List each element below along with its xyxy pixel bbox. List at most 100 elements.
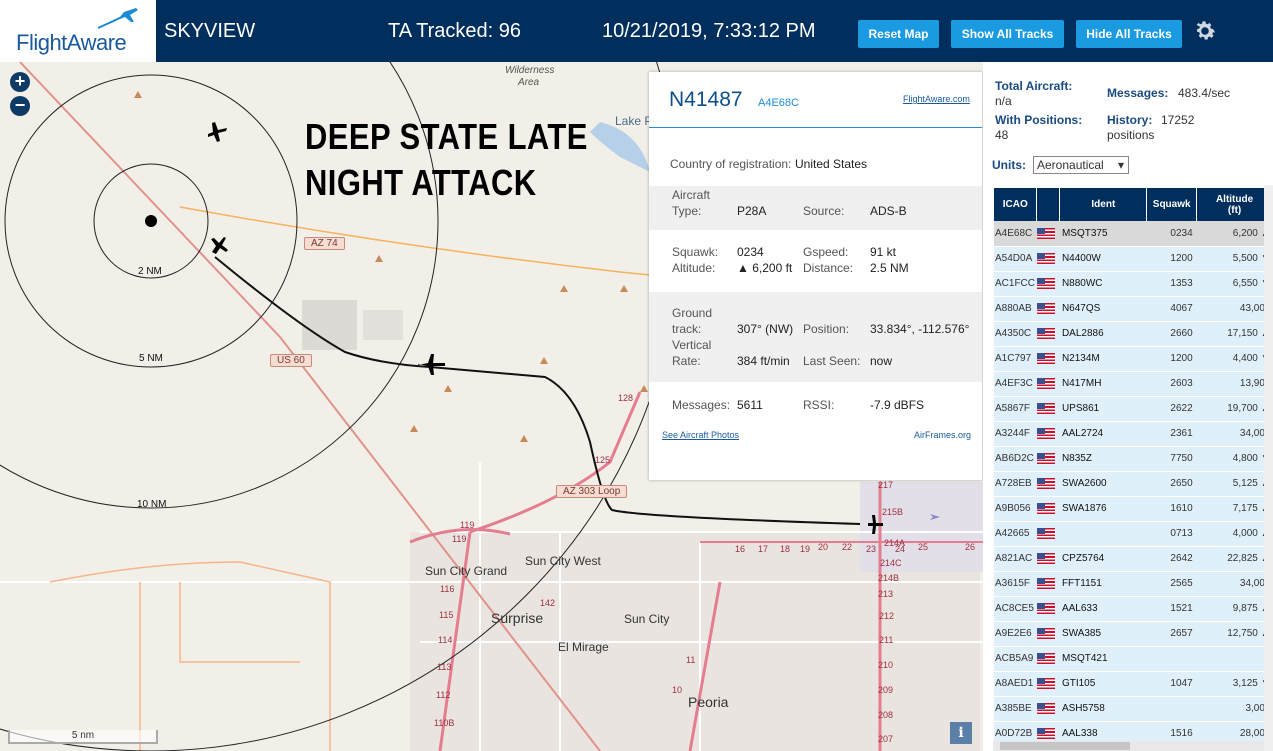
units-select[interactable]: Aeronautical: [1033, 156, 1129, 174]
place-label: Sun City Grand: [425, 564, 508, 578]
horizontal-scrollbar-thumb[interactable]: [1000, 742, 1130, 750]
col-flag[interactable]: [1036, 188, 1061, 221]
col-squawk[interactable]: Squawk: [1146, 188, 1198, 221]
row-squawk: 2642: [1146, 546, 1197, 572]
ground-label: Ground: [672, 306, 713, 320]
row-icao: A4EF3C: [994, 371, 1037, 397]
us-flag-icon: [1036, 402, 1055, 414]
row-icao: A3244F: [994, 421, 1037, 447]
row-icao: A8AED1: [994, 671, 1037, 697]
row-squawk: 0713: [1146, 521, 1197, 547]
place-label: Wilderness: [505, 65, 555, 76]
aircraft-row[interactable]: A821AC CPZ5764 2642 22,825 ▲: [994, 546, 1273, 572]
row-flag: [1036, 321, 1060, 347]
total-aircraft-label: Total Aircraft:: [995, 79, 1073, 93]
gear-icon[interactable]: [1192, 18, 1218, 44]
rssi-value: -7.9 dBFS: [870, 398, 925, 412]
row-icao: A385BE: [994, 696, 1037, 722]
row-flag: [1036, 446, 1060, 472]
route-number: 16: [735, 544, 746, 554]
aircraft-row[interactable]: AC8CE5 AAL633 1521 9,875 ▲: [994, 596, 1273, 622]
aircraft-row[interactable]: ACB5A9 MSQT421: [994, 646, 1273, 672]
row-ident: UPS861: [1059, 396, 1147, 422]
route-number: 208: [878, 710, 894, 720]
aircraft-row[interactable]: A1C797 N2134M 1200 4,400 ▼: [994, 346, 1273, 372]
info-button[interactable]: i: [950, 722, 972, 744]
reset-map-button[interactable]: Reset Map: [858, 20, 939, 48]
col-ident[interactable]: Ident: [1059, 188, 1148, 221]
aircraft-type-section: Aircraft Type: P28A Source: ADS-B: [649, 186, 982, 230]
aircraft-row[interactable]: A385BE ASH5758 3,000: [994, 696, 1273, 722]
squawk-section: Squawk: 0234 Gspeed: 91 kt Altitude: ▲ 6…: [649, 242, 982, 282]
col-altitude-label: Altitude: [1215, 193, 1254, 205]
airframes-link[interactable]: AirFrames.org: [914, 430, 971, 440]
aircraft-row[interactable]: A880AB N647QS 4067 43,000: [994, 296, 1273, 322]
us-flag-icon: [1036, 652, 1055, 664]
aircraft-row[interactable]: A3244F AAL2724 2361 34,000: [994, 421, 1273, 447]
aircraft-table: ICAO Ident Squawk Altitude (ft) A4E68C MSQ…: [994, 188, 1273, 747]
place-label: El Mirage: [558, 640, 609, 654]
row-ident: CPZ5764: [1059, 546, 1147, 572]
route-number: 214A: [884, 538, 906, 548]
altitude-value: ▲ 6,200 ft: [737, 261, 793, 275]
aircraft-row[interactable]: A4E68C MSQT375 0234 6,200 ▲: [994, 221, 1273, 247]
row-altitude: 22,825 ▲: [1196, 546, 1273, 572]
messages-value: 5611: [737, 398, 763, 412]
aircraft-photos-link[interactable]: See Aircraft Photos: [662, 430, 739, 440]
ring-label-10nm: 10 NM: [137, 499, 167, 510]
row-ident: N647QS: [1059, 296, 1147, 322]
row-altitude: 6,550 ▼: [1196, 271, 1273, 297]
flightaware-logo[interactable]: FlightAware: [0, 0, 156, 62]
row-altitude: 17,150 ▲: [1196, 321, 1273, 347]
row-flag: [1036, 471, 1060, 497]
country-value: United States: [795, 157, 868, 171]
row-flag: [1036, 371, 1060, 397]
history-value: 17252: [1161, 113, 1195, 127]
us-flag-icon: [1036, 352, 1055, 364]
row-altitude: 3,125 ▼: [1196, 671, 1273, 697]
aircraft-row[interactable]: AB6D2C N835Z 7750 4,800 ▼: [994, 446, 1273, 472]
aircraft-row[interactable]: A42665 0713 4,000 ▲: [994, 521, 1273, 547]
row-altitude: 13,900: [1196, 371, 1273, 397]
messages-section: Messages: 5611 RSSI: -7.9 dBFS: [649, 396, 982, 416]
row-ident: N880WC: [1059, 271, 1147, 297]
aircraft-row[interactable]: A9E2E6 SWA385 2657 12,750 ▲: [994, 621, 1273, 647]
flightaware-link[interactable]: FlightAware.com: [903, 94, 970, 104]
road-shield-az74: AZ 74: [304, 237, 345, 250]
aircraft-row[interactable]: A3615F FFT1151 2565 34,000: [994, 571, 1273, 597]
row-icao: A54D0A: [994, 246, 1037, 272]
map-scale-bar: 5 nm: [8, 730, 158, 744]
aircraft-row[interactable]: A54D0A N4400W 1200 5,500 ▼: [994, 246, 1273, 272]
row-icao: AB6D2C: [994, 446, 1037, 472]
route-number: 110B: [434, 718, 455, 728]
aircraft-row[interactable]: AC1FCC N880WC 1353 6,550 ▼: [994, 271, 1273, 297]
row-ident: AAL633: [1059, 596, 1147, 622]
col-altitude[interactable]: Altitude (ft): [1196, 188, 1273, 221]
hide-all-tracks-button[interactable]: Hide All Tracks: [1076, 20, 1182, 48]
row-flag: [1036, 496, 1060, 522]
aircraft-row[interactable]: A728EB SWA2600 2650 5,125 ▲: [994, 471, 1273, 497]
aircraft-row[interactable]: A4350C DAL2886 2660 17,150 ▲: [994, 321, 1273, 347]
row-icao: A9E2E6: [994, 621, 1037, 647]
route-number: 26: [965, 542, 976, 552]
aircraft-row[interactable]: A9B056 SWA1876 1610 7,175 ▲: [994, 496, 1273, 522]
vertical-scrollbar[interactable]: [1264, 185, 1273, 751]
distance-label: Distance:: [803, 261, 854, 275]
row-altitude: 4,400 ▼: [1196, 346, 1273, 372]
row-squawk: 2657: [1146, 621, 1197, 647]
zoom-in-button[interactable]: +: [10, 72, 30, 92]
route-number: 142: [540, 598, 556, 608]
col-icao[interactable]: ICAO: [994, 188, 1038, 221]
aircraft-row[interactable]: A8AED1 GTI105 1047 3,125 ▼: [994, 671, 1273, 697]
route-number: 209: [878, 685, 894, 695]
us-flag-icon: [1036, 577, 1055, 589]
aircraft-row[interactable]: A5867F UPS861 2622 19,700 ▲: [994, 396, 1273, 422]
route-number: 215B: [882, 507, 904, 517]
show-all-tracks-button[interactable]: Show All Tracks: [951, 20, 1064, 48]
route-number: 128: [618, 393, 634, 403]
aircraft-icao: A4E68C: [758, 97, 799, 109]
route-number: 119: [460, 520, 475, 530]
aircraft-row[interactable]: A4EF3C N417MH 2603 13,900: [994, 371, 1273, 397]
registration-section: Country of registration: United States: [649, 154, 982, 174]
zoom-out-button[interactable]: −: [10, 96, 30, 116]
